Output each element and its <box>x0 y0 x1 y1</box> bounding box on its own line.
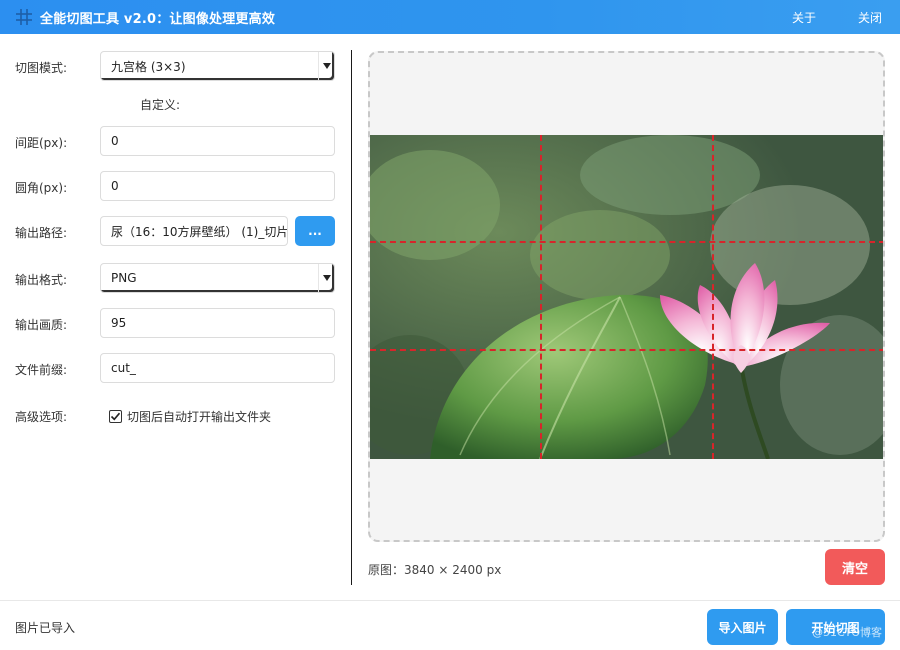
quality-value: 95 <box>111 316 127 330</box>
title-actions: 关于 关闭 <box>774 0 900 34</box>
prefix-value: cut_ <box>111 361 136 375</box>
preview-dropzone[interactable] <box>368 51 885 542</box>
quality-label: 输出画质: <box>15 318 68 332</box>
output-format-label: 输出格式: <box>15 273 68 287</box>
mode-select[interactable]: 九宫格 (3×3) <box>100 51 335 81</box>
status-text: 图片已导入 <box>15 621 76 635</box>
grid-line-vertical-2 <box>712 135 714 459</box>
spacing-label: 间距(px): <box>15 136 68 150</box>
output-format-value: PNG <box>111 271 137 285</box>
lotus-photo <box>370 135 883 459</box>
output-path-label: 输出路径: <box>15 226 68 240</box>
auto-open-checkbox[interactable] <box>109 410 122 423</box>
watermark: @51CTO博客 <box>812 626 883 639</box>
prefix-input[interactable]: cut_ <box>100 353 335 383</box>
footer-bar: 图片已导入 导入图片 开始切图 <box>0 600 900 650</box>
clear-button[interactable]: 清空 <box>825 549 885 585</box>
close-button[interactable]: 关闭 <box>840 0 900 34</box>
advanced-label: 高级选项: <box>15 410 68 424</box>
auto-open-label: 切图后自动打开输出文件夹 <box>127 410 272 424</box>
spacing-input[interactable]: 0 <box>100 126 335 156</box>
mode-row: 切图模式: 九宫格 (3×3) <box>0 51 350 83</box>
output-path-input[interactable]: 尿（16：10方屏壁纸） (1)_切片 <box>100 216 288 246</box>
mode-label: 切图模式: <box>15 61 68 75</box>
spacing-row: 间距(px): 0 <box>0 126 350 158</box>
spacing-value: 0 <box>111 134 119 148</box>
dropdown-arrow-icon <box>318 264 334 292</box>
grid-line-vertical-1 <box>540 135 542 459</box>
panel-divider <box>351 50 352 585</box>
output-path-row: 输出路径: 尿（16：10方屏壁纸） (1)_切片 ... <box>0 216 350 248</box>
quality-input[interactable]: 95 <box>100 308 335 338</box>
auto-open-option[interactable]: 切图后自动打开输出文件夹 <box>109 408 271 425</box>
grid-line-horizontal-2 <box>370 349 883 351</box>
mode-value: 九宫格 (3×3) <box>111 59 186 74</box>
output-path-value: 尿（16：10方屏壁纸） (1)_切片 <box>111 224 288 239</box>
radius-row: 圆角(px): 0 <box>0 171 350 203</box>
output-format-select[interactable]: PNG <box>100 263 335 293</box>
prefix-row: 文件前缀: cut_ <box>0 353 350 385</box>
window-title: 全能切图工具 v2.0：让图像处理更高效 <box>40 11 276 27</box>
dropdown-arrow-icon <box>318 52 334 80</box>
output-format-row: 输出格式: PNG <box>0 263 350 295</box>
advanced-row: 高级选项: 切图后自动打开输出文件夹 <box>0 402 350 434</box>
radius-label: 圆角(px): <box>15 181 68 195</box>
radius-value: 0 <box>111 179 119 193</box>
original-size-info: 原图：3840 × 2400 px <box>368 563 502 577</box>
checkmark-icon <box>110 412 121 421</box>
settings-panel: 切图模式: 九宫格 (3×3) 自定义: 间距(px): 0 圆角(px): 0… <box>0 34 350 600</box>
quality-row: 输出画质: 95 <box>0 308 350 340</box>
title-bar: 全能切图工具 v2.0：让图像处理更高效 关于 关闭 <box>0 0 900 34</box>
preview-image <box>370 135 883 459</box>
grid-hash-icon <box>14 7 34 27</box>
import-image-button[interactable]: 导入图片 <box>707 609 778 645</box>
prefix-label: 文件前缀: <box>15 363 68 377</box>
custom-label: 自定义: <box>140 98 181 112</box>
browse-button[interactable]: ... <box>295 216 335 246</box>
radius-input[interactable]: 0 <box>100 171 335 201</box>
about-button[interactable]: 关于 <box>774 0 834 34</box>
grid-line-horizontal-1 <box>370 241 883 243</box>
